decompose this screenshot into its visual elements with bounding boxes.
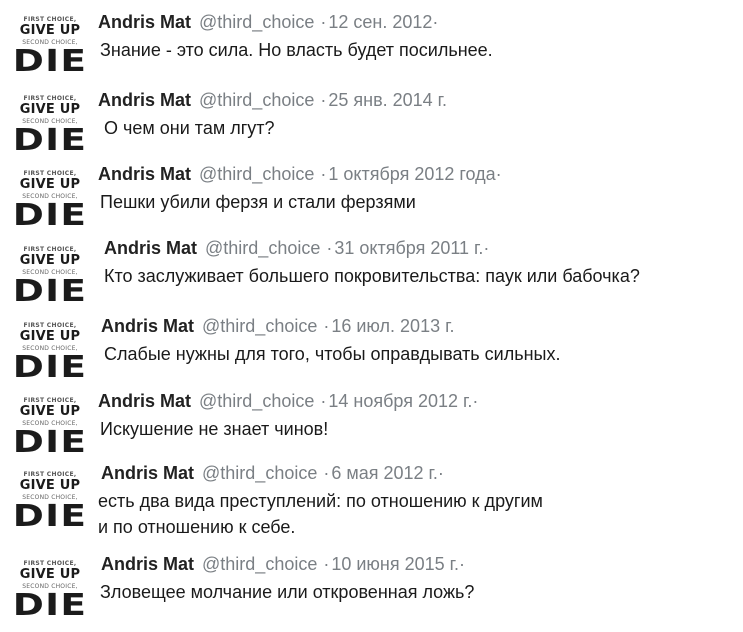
- author-name[interactable]: Andris Mat: [101, 463, 194, 483]
- avatar-die-text: DIE: [14, 499, 86, 534]
- avatar-give-up-text: GIVE UP: [19, 23, 81, 38]
- tweet-text-line: Знание - это сила. Но власть будет посил…: [100, 40, 493, 60]
- avatar-die-text: DIE: [14, 274, 86, 309]
- tweet-item[interactable]: FIRST CHOICE, GIVE UP SECOND CHOICE, DIE…: [0, 552, 743, 628]
- tweet-date[interactable]: 1 октября 2012 года·: [328, 164, 501, 184]
- tweet-text: Зловещее молчание или откровенная ложь?: [100, 579, 474, 605]
- avatar-die-text: DIE: [14, 44, 86, 79]
- tweet-date[interactable]: 14 ноября 2012 г.·: [328, 391, 478, 411]
- tweet-header: Andris Mat @third_choice · 12 сен. 2012·: [98, 10, 438, 34]
- tweet-header: Andris Mat @third_choice · 6 мая 2012 г.·: [101, 461, 444, 485]
- tweet-item[interactable]: FIRST CHOICE, GIVE UP SECOND CHOICE, DIE…: [0, 88, 743, 159]
- separator-dot: ·: [320, 90, 327, 110]
- tweet-text: Слабые нужны для того, чтобы оправдывать…: [104, 341, 561, 367]
- avatar-give-up-text: GIVE UP: [19, 102, 81, 117]
- tweet-feed: FIRST CHOICE, GIVE UP SECOND CHOICE, DIE…: [0, 0, 743, 632]
- author-handle[interactable]: @third_choice: [199, 164, 314, 184]
- avatar-give-up-text: GIVE UP: [19, 404, 81, 419]
- tweet-header: Andris Mat @third_choice · 16 июл. 2013 г.: [101, 314, 454, 338]
- tweet-date[interactable]: 10 июня 2015 г.·: [331, 554, 465, 574]
- tweet-date[interactable]: 25 янв. 2014 г.: [328, 90, 447, 110]
- tweet-text-line: О чем они там лгут?: [104, 118, 275, 138]
- tweet-item[interactable]: FIRST CHOICE, GIVE UP SECOND CHOICE, DIE…: [0, 389, 743, 461]
- tweet-header: Andris Mat @third_choice · 1 октября 2012 г…: [98, 162, 502, 186]
- author-handle[interactable]: @third_choice: [199, 12, 314, 32]
- tweet-date[interactable]: 16 июл. 2013 г.: [331, 316, 454, 336]
- tweet-date[interactable]: 6 мая 2012 г.·: [331, 463, 444, 483]
- tweet-text-line: Слабые нужны для того, чтобы оправдывать…: [104, 344, 561, 364]
- avatar[interactable]: FIRST CHOICE, GIVE UP SECOND CHOICE, DIE: [14, 168, 86, 234]
- separator-dot: ·: [320, 391, 327, 411]
- tweet-text-line: Кто заслуживает большего покровительства…: [104, 266, 640, 286]
- separator-dot: ·: [320, 164, 327, 184]
- author-handle[interactable]: @third_choice: [202, 463, 317, 483]
- tweet-item[interactable]: FIRST CHOICE, GIVE UP SECOND CHOICE, DIE…: [0, 162, 743, 234]
- tweet-header: Andris Mat @third_choice · 10 июня 2015 г.·: [101, 552, 465, 576]
- avatar-die-text: DIE: [14, 350, 86, 385]
- author-name[interactable]: Andris Mat: [98, 164, 191, 184]
- author-name[interactable]: Andris Mat: [101, 316, 194, 336]
- author-handle[interactable]: @third_choice: [202, 316, 317, 336]
- author-handle[interactable]: @third_choice: [199, 391, 314, 411]
- tweet-text: О чем они там лгут?: [104, 115, 275, 141]
- tweet-header: Andris Mat @third_choice · 14 ноября 2012 г…: [98, 389, 478, 413]
- tweet-date[interactable]: 31 октября 2011 г.·: [334, 238, 489, 258]
- author-name[interactable]: Andris Mat: [101, 554, 194, 574]
- avatar-give-up-text: GIVE UP: [19, 567, 81, 582]
- author-name[interactable]: Andris Mat: [104, 238, 197, 258]
- tweet-text: Искушение не знает чинов!: [100, 416, 328, 442]
- tweet-text-line: Зловещее молчание или откровенная ложь?: [100, 582, 475, 602]
- separator-dot: ·: [320, 12, 327, 32]
- tweet-header: Andris Mat @third_choice · 31 октября 2011 …: [104, 236, 489, 260]
- avatar-give-up-text: GIVE UP: [19, 177, 81, 192]
- avatar-give-up-text: GIVE UP: [19, 253, 81, 268]
- tweet-text: Знание - это сила. Но власть будет посил…: [100, 37, 493, 63]
- avatar-give-up-text: GIVE UP: [19, 329, 81, 344]
- author-name[interactable]: Andris Mat: [98, 90, 191, 110]
- tweet-text-line: и по отношению к себе.: [98, 517, 296, 537]
- author-name[interactable]: Andris Mat: [98, 391, 191, 411]
- avatar[interactable]: FIRST CHOICE, GIVE UP SECOND CHOICE, DIE: [14, 558, 86, 624]
- separator-dot: ·: [323, 463, 330, 483]
- avatar[interactable]: FIRST CHOICE, GIVE UP SECOND CHOICE, DIE: [14, 320, 86, 386]
- avatar[interactable]: FIRST CHOICE, GIVE UP SECOND CHOICE, DIE: [14, 469, 86, 535]
- avatar[interactable]: FIRST CHOICE, GIVE UP SECOND CHOICE, DIE: [14, 93, 86, 159]
- tweet-item[interactable]: FIRST CHOICE, GIVE UP SECOND CHOICE, DIE…: [0, 461, 743, 545]
- tweet-item[interactable]: FIRST CHOICE, GIVE UP SECOND CHOICE, DIE…: [0, 10, 743, 80]
- avatar-give-up-text: GIVE UP: [19, 478, 81, 493]
- avatar-die-text: DIE: [14, 425, 86, 460]
- separator-dot: ·: [323, 316, 330, 336]
- tweet-item[interactable]: FIRST CHOICE, GIVE UP SECOND CHOICE, DIE…: [0, 314, 743, 388]
- tweet-date[interactable]: 12 сен. 2012·: [328, 12, 438, 32]
- author-handle[interactable]: @third_choice: [202, 554, 317, 574]
- tweet-text: Кто заслуживает большего покровительства…: [104, 263, 640, 289]
- avatar-die-text: DIE: [14, 588, 86, 623]
- separator-dot: ·: [323, 554, 330, 574]
- tweet-text: Пешки убили ферзя и стали ферзями: [100, 189, 416, 215]
- tweet-text-line: есть два вида преступлений: по отношению…: [98, 491, 543, 511]
- avatar-die-text: DIE: [14, 123, 86, 158]
- avatar[interactable]: FIRST CHOICE, GIVE UP SECOND CHOICE, DIE: [14, 244, 86, 310]
- avatar[interactable]: FIRST CHOICE, GIVE UP SECOND CHOICE, DIE: [14, 395, 86, 461]
- author-handle[interactable]: @third_choice: [205, 238, 320, 258]
- tweet-item[interactable]: FIRST CHOICE, GIVE UP SECOND CHOICE, DIE…: [0, 236, 743, 310]
- tweet-text-line: Пешки убили ферзя и стали ферзями: [100, 192, 416, 212]
- avatar-die-text: DIE: [14, 198, 86, 233]
- author-name[interactable]: Andris Mat: [98, 12, 191, 32]
- avatar[interactable]: FIRST CHOICE, GIVE UP SECOND CHOICE, DIE: [14, 14, 86, 80]
- author-handle[interactable]: @third_choice: [199, 90, 314, 110]
- tweet-text: есть два вида преступлений: по отношению…: [98, 488, 543, 540]
- tweet-text-line: Искушение не знает чинов!: [100, 419, 329, 439]
- separator-dot: ·: [326, 238, 333, 258]
- tweet-header: Andris Mat @third_choice · 25 янв. 2014 г.: [98, 88, 447, 112]
